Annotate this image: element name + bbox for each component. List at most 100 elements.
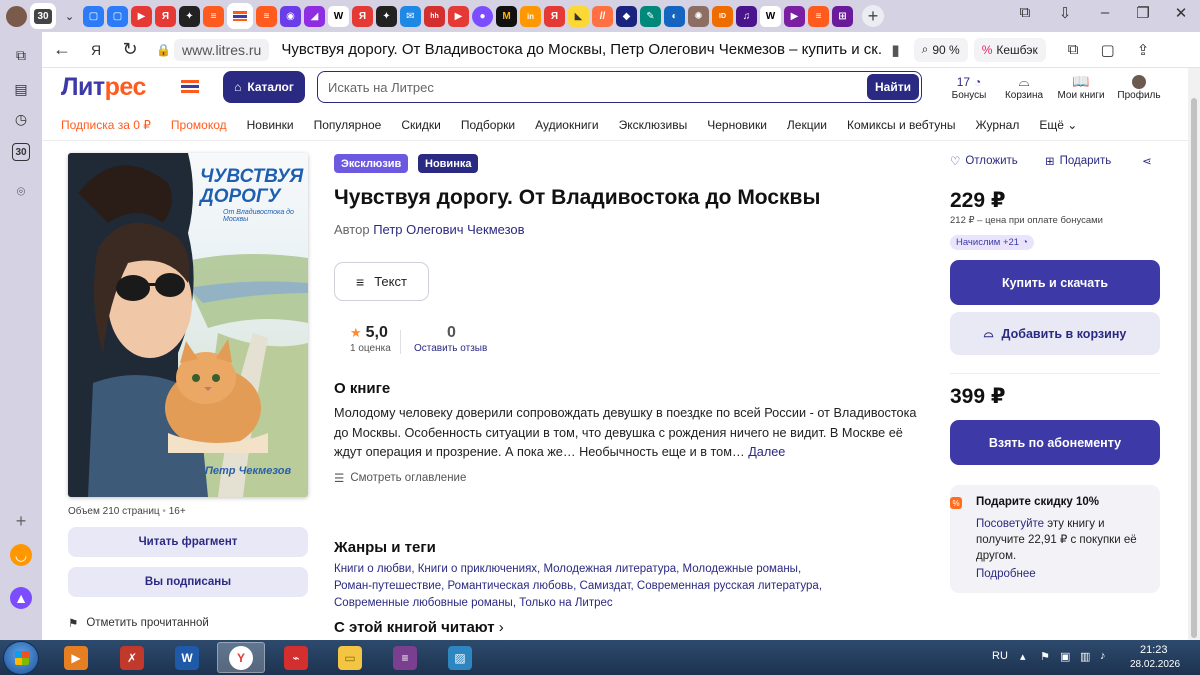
tab-app-4[interactable]: // xyxy=(592,5,613,27)
my-books-link[interactable]: 📖 Мои книги xyxy=(1052,72,1110,101)
tab-app-10[interactable]: ♫ xyxy=(736,5,757,27)
network-icon[interactable]: ▥ xyxy=(1080,650,1090,663)
taskbar-pdf[interactable]: ⌁ xyxy=(272,642,320,673)
genre-tag[interactable]: Современные любовные романы xyxy=(334,597,513,609)
sidebar-tabs-icon[interactable]: ⧉ xyxy=(10,44,32,66)
profile-avatar[interactable] xyxy=(6,5,27,27)
taskbar-app-red[interactable]: ✗ xyxy=(108,642,156,673)
litres-logo[interactable]: Литрес xyxy=(61,73,146,102)
menu-item-promocode[interactable]: Промокод xyxy=(171,118,227,132)
subscribe-button[interactable]: Взять по абонементу xyxy=(950,420,1160,465)
tab-litres-1[interactable]: ≡ xyxy=(203,5,224,27)
menu-item-comics[interactable]: Комиксы и вебтуны xyxy=(847,118,956,132)
tab-app-6[interactable]: ✎ xyxy=(640,5,661,27)
volume-icon[interactable]: ♪ xyxy=(1100,650,1106,662)
gift-button[interactable]: ⊞ Подарить xyxy=(1045,154,1111,168)
minimize-icon[interactable]: – xyxy=(1092,4,1118,21)
genre-tag[interactable]: Книги о любви xyxy=(334,563,411,575)
tab-messenger-2[interactable]: ▢ xyxy=(107,5,128,27)
genre-tag[interactable]: Роман-путешествие xyxy=(334,580,441,592)
genre-tag[interactable]: Только на Литрес xyxy=(519,597,612,609)
tab-plus-2[interactable]: ✦ xyxy=(376,5,397,27)
reload-icon[interactable]: ↻ xyxy=(116,39,144,60)
sidebar-messenger-icon[interactable]: ◡ xyxy=(10,544,32,566)
clock-time[interactable]: 21:23 xyxy=(1140,644,1168,656)
tabs-manager-icon[interactable]: ⧉ xyxy=(1012,4,1038,21)
scrollbar-thumb[interactable] xyxy=(1191,98,1197,638)
catalog-button[interactable]: ⌂ Каталог xyxy=(223,71,305,103)
reader-icon[interactable]: ▢ xyxy=(1101,41,1115,59)
tab-in[interactable]: in xyxy=(520,5,541,27)
format-text-button[interactable]: ≡ Текст xyxy=(334,262,429,301)
tab-wiki-1[interactable]: W xyxy=(328,5,349,27)
language-indicator[interactable]: RU xyxy=(992,650,1008,662)
genre-tag[interactable]: Молодежная литература xyxy=(543,563,676,575)
menu-item-new[interactable]: Новинки xyxy=(247,118,294,132)
new-tab-plus-icon[interactable]: + xyxy=(862,5,884,27)
genre-tag[interactable]: Самиздат xyxy=(579,580,630,592)
buy-button[interactable]: Купить и скачать xyxy=(950,260,1160,305)
promo-recommend-link[interactable]: Посоветуйте xyxy=(976,518,1044,530)
bookmark-icon[interactable]: ▮ xyxy=(891,41,899,59)
also-read-heading[interactable]: С этой книгой читают › xyxy=(334,619,504,636)
tab-app-2[interactable]: ◢ xyxy=(304,5,325,27)
menu-item-lectures[interactable]: Лекции xyxy=(787,118,827,132)
subscribed-button[interactable]: Вы подписаны xyxy=(68,567,308,597)
sidebar-collections-icon[interactable]: ▤ xyxy=(10,78,32,100)
tab-yandex-2[interactable]: Я xyxy=(352,5,373,27)
tab-app-11[interactable]: ▶ xyxy=(784,5,805,27)
close-icon[interactable]: ✕ xyxy=(1168,4,1194,22)
menu-item-audiobooks[interactable]: Аудиокниги xyxy=(535,118,599,132)
tab-app-12[interactable]: ≡ xyxy=(808,5,829,27)
tab-m[interactable]: M xyxy=(496,5,517,27)
clock-date[interactable]: 28.02.2026 xyxy=(1130,659,1180,670)
read-more-link[interactable]: Далее xyxy=(748,445,785,459)
tab-app-5[interactable]: ◆ xyxy=(616,5,637,27)
flag-icon[interactable]: ⚑ xyxy=(1040,650,1050,663)
promo-details-link[interactable]: Подробнее xyxy=(976,568,1036,580)
menu-item-drafts[interactable]: Черновики xyxy=(707,118,767,132)
sidebar-add-icon[interactable]: + xyxy=(10,510,32,532)
sidebar-play-icon[interactable]: ◷ xyxy=(10,108,32,130)
search-button[interactable]: Найти xyxy=(867,74,919,100)
taskbar-archiver[interactable]: ≡ xyxy=(381,642,429,673)
genre-tag[interactable]: Молодежные романы xyxy=(683,563,798,575)
yandex-icon[interactable]: Я xyxy=(82,42,110,58)
extension-icon[interactable]: ⧉ xyxy=(1068,41,1079,58)
cart-link[interactable]: ⌓ Корзина xyxy=(1000,72,1048,101)
page-scrollbar[interactable] xyxy=(1188,68,1200,640)
zoom-indicator[interactable]: ⌕ 90 % xyxy=(913,37,968,62)
menu-item-more[interactable]: Ещё ⌄ xyxy=(1039,118,1077,132)
sidebar-alice-icon[interactable]: ▲ xyxy=(10,587,32,609)
table-of-contents-link[interactable]: ☰ Смотреть оглавление xyxy=(334,471,466,485)
menu-item-exclusives[interactable]: Эксклюзивы xyxy=(619,118,688,132)
search-input[interactable] xyxy=(318,72,867,102)
share-icon[interactable]: ⇪ xyxy=(1137,41,1150,59)
sidebar-camera-icon[interactable]: ⌾ xyxy=(10,180,32,202)
tab-wiki-2[interactable]: W xyxy=(760,5,781,27)
mark-read-button[interactable]: ⚑ Отметить прочитанной xyxy=(68,616,209,630)
genre-tag[interactable]: Современная русская литература xyxy=(637,580,819,592)
tab-yandex-3[interactable]: Я xyxy=(544,5,565,27)
leave-review-link[interactable]: Оставить отзыв xyxy=(414,343,487,354)
menu-item-collections[interactable]: Подборки xyxy=(461,118,515,132)
share-button[interactable]: ⋖ xyxy=(1142,154,1152,168)
tab-alice[interactable]: ● xyxy=(472,5,493,27)
device-icon[interactable]: ▣ xyxy=(1060,650,1070,663)
tab-hh[interactable]: hh xyxy=(424,5,445,27)
taskbar-media-player[interactable]: ▶ xyxy=(52,642,100,673)
taskbar-word[interactable]: W xyxy=(163,642,211,673)
tab-mail[interactable]: ✉ xyxy=(400,5,421,27)
cashback-button[interactable]: % Кешбэк xyxy=(973,37,1046,62)
tab-app-9[interactable]: ID xyxy=(712,5,733,27)
tab-yandex-1[interactable]: Я xyxy=(155,5,176,27)
tab-app-1[interactable]: ◉ xyxy=(280,5,301,27)
bonus-link[interactable]: 17 ◔ Бонусы xyxy=(942,72,996,101)
tab-litres-active[interactable] xyxy=(227,3,253,29)
menu-item-journal[interactable]: Журнал xyxy=(976,118,1020,132)
menu-item-discounts[interactable]: Скидки xyxy=(401,118,441,132)
add-to-cart-button[interactable]: ⌓ Добавить в корзину xyxy=(950,312,1160,355)
tab-app-8[interactable]: ✺ xyxy=(688,5,709,27)
tab-app-7[interactable]: ◐ xyxy=(664,5,685,27)
download-icon[interactable]: ⇩ xyxy=(1052,4,1078,22)
